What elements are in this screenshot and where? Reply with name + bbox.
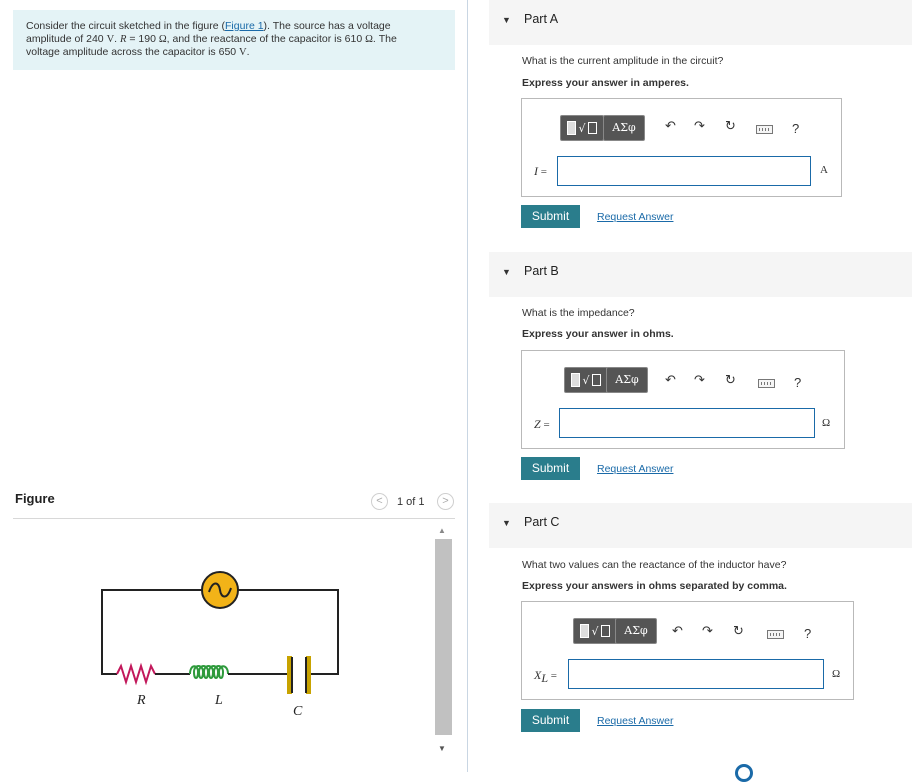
part-c-title: Part C	[524, 515, 560, 529]
part-a-unit: A	[820, 164, 828, 176]
part-a-request-answer-link[interactable]: Request Answer	[597, 211, 673, 223]
collapse-triangle-icon[interactable]: ▼	[502, 15, 511, 25]
part-c-answer-input[interactable]	[568, 659, 824, 689]
collapse-triangle-icon[interactable]: ▼	[502, 518, 511, 528]
keyboard-icon[interactable]	[767, 630, 784, 639]
redo-icon[interactable]: ↷	[694, 373, 705, 388]
reset-icon[interactable]: ↻	[725, 119, 736, 134]
rlc-circuit-diagram: R L C	[101, 571, 339, 719]
redo-icon[interactable]: ↷	[694, 119, 705, 134]
resistor-icon	[116, 662, 156, 686]
help-icon[interactable]: ?	[804, 626, 811, 641]
part-c-variable-label: XL =	[534, 668, 557, 686]
part-a-variable-label: I =	[534, 164, 547, 178]
part-c-submit-button[interactable]: Submit	[521, 709, 580, 732]
part-b-submit-button[interactable]: Submit	[521, 457, 580, 480]
keyboard-icon[interactable]	[756, 125, 773, 134]
capacitor-label: C	[293, 704, 303, 719]
figure-link[interactable]: Figure 1	[225, 20, 264, 32]
part-a-title: Part A	[524, 12, 559, 26]
greek-symbols-button[interactable]: ΑΣφ	[603, 115, 645, 141]
part-b-header[interactable]: ▼ Part B	[489, 252, 912, 297]
part-a-question: What is the current amplitude in the cir…	[522, 55, 724, 67]
greek-symbols-button[interactable]: ΑΣφ	[615, 618, 657, 644]
part-a-header[interactable]: ▼ Part A	[489, 0, 912, 45]
collapse-triangle-icon[interactable]: ▼	[502, 267, 511, 277]
redo-icon[interactable]: ↷	[702, 624, 713, 639]
keyboard-icon[interactable]	[758, 379, 775, 388]
problem-statement: Consider the circuit sketched in the fig…	[13, 10, 455, 70]
figure-heading: Figure	[15, 491, 55, 506]
part-b-answer-box: √ ΑΣφ ↶ ↷ ↻ ? Z = Ω	[521, 350, 845, 449]
part-b-title: Part B	[524, 264, 559, 278]
problem-line-3: voltage amplitude across the capacitor i…	[26, 46, 250, 58]
column-divider	[467, 0, 468, 772]
undo-icon[interactable]: ↶	[672, 624, 683, 639]
reset-icon[interactable]: ↻	[733, 624, 744, 639]
reset-icon[interactable]: ↻	[725, 373, 736, 388]
help-icon[interactable]: ?	[794, 375, 801, 390]
next-part-icon[interactable]	[735, 764, 753, 782]
part-c-answer-box: √ ΑΣφ ↶ ↷ ↻ ? XL = Ω	[521, 601, 854, 700]
scroll-up-arrow-icon[interactable]: ▲	[438, 526, 446, 535]
part-b-unit: Ω	[822, 417, 831, 429]
figure-divider	[13, 518, 455, 519]
inductor-icon	[189, 665, 229, 679]
greek-symbols-button[interactable]: ΑΣφ	[606, 367, 648, 393]
problem-line-1: Consider the circuit sketched in the fig…	[26, 20, 391, 32]
figure-prev-button[interactable]: <	[371, 493, 388, 510]
part-c-unit: Ω	[832, 668, 841, 680]
part-a-answer-box: √ ΑΣφ ↶ ↷ ↻ ? I = A	[521, 98, 842, 197]
part-b-request-answer-link[interactable]: Request Answer	[597, 463, 673, 475]
templates-button[interactable]: √	[560, 115, 604, 141]
part-b-question: What is the impedance?	[522, 307, 635, 319]
templates-button[interactable]: √	[564, 367, 608, 393]
part-b-variable-label: Z =	[534, 417, 550, 431]
part-a-submit-button[interactable]: Submit	[521, 205, 580, 228]
part-b-answer-input[interactable]	[559, 408, 815, 438]
capacitor-icon	[287, 656, 311, 694]
part-a-instructions: Express your answer in amperes.	[522, 77, 689, 89]
part-c-question: What two values can the reactance of the…	[522, 559, 787, 571]
inductor-label: L	[214, 693, 223, 708]
part-b-instructions: Express your answer in ohms.	[522, 328, 674, 340]
templates-button[interactable]: √	[573, 618, 617, 644]
figure-next-button[interactable]: >	[437, 493, 454, 510]
scrollbar-thumb[interactable]	[435, 539, 452, 735]
scroll-down-arrow-icon[interactable]: ▼	[438, 744, 446, 753]
part-c-instructions: Express your answers in ohms separated b…	[522, 580, 787, 592]
part-c-request-answer-link[interactable]: Request Answer	[597, 715, 673, 727]
help-icon[interactable]: ?	[792, 121, 799, 136]
figure-pager-count: 1 of 1	[397, 496, 425, 508]
undo-icon[interactable]: ↶	[665, 373, 676, 388]
undo-icon[interactable]: ↶	[665, 119, 676, 134]
resistor-label: R	[136, 693, 146, 708]
problem-line-2: amplitude of 240 V. R = 190 Ω, and the r…	[26, 33, 397, 45]
part-a-answer-input[interactable]	[557, 156, 811, 186]
figure-scrollbar[interactable]: ▲ ▼	[434, 522, 453, 756]
part-c-header[interactable]: ▼ Part C	[489, 503, 912, 548]
